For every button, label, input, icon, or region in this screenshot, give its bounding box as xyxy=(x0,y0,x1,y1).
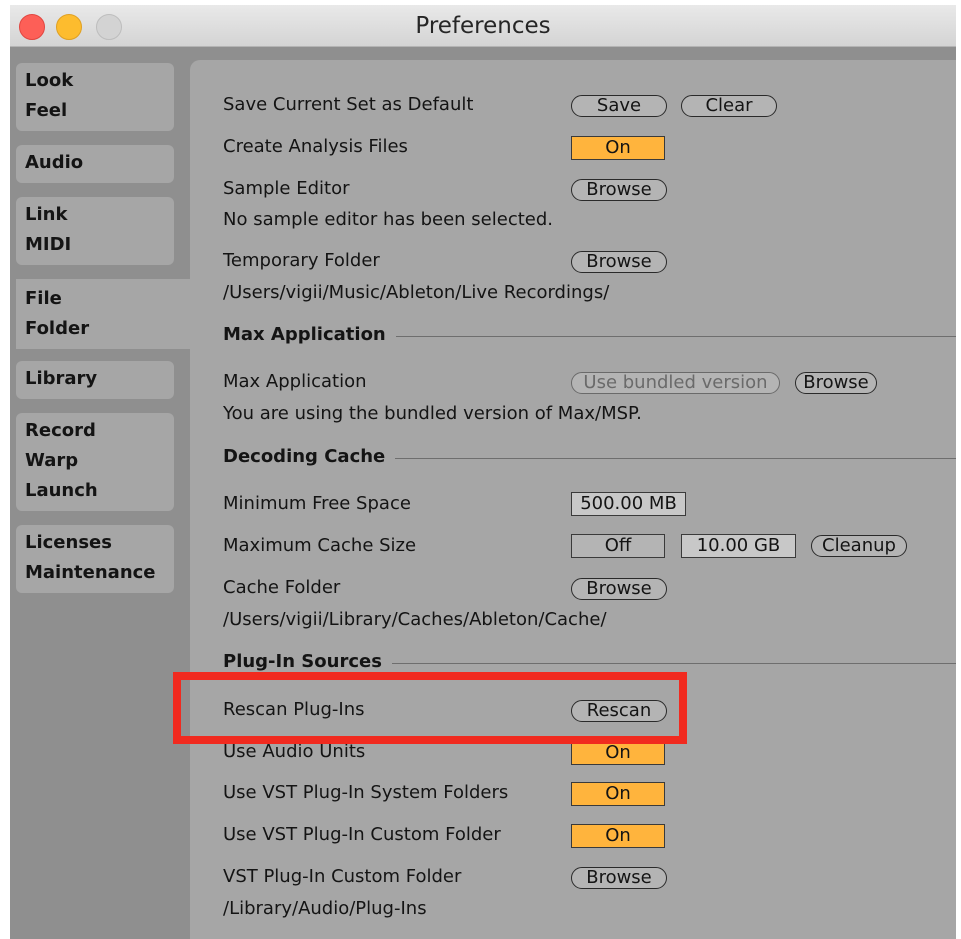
analysis-files-toggle[interactable]: On xyxy=(571,136,665,160)
tab-file-folder[interactable]: File Folder xyxy=(16,279,190,349)
section-heading: Plug-In Sources xyxy=(223,651,392,672)
tab-licenses-maintenance[interactable]: Licenses Maintenance xyxy=(16,525,174,593)
min-free-space-field[interactable]: 500.00 MB xyxy=(571,492,686,516)
max-cache-size-field[interactable]: 10.00 GB xyxy=(681,534,796,558)
vst-custom-folder-toggle[interactable]: On xyxy=(571,824,665,848)
min-free-space-label: Minimum Free Space xyxy=(223,493,411,514)
section-heading: Max Application xyxy=(223,324,396,345)
file-folder-panel: Save Current Set as Default Save Clear C… xyxy=(190,60,956,939)
vst-folder-browse-button[interactable]: Browse xyxy=(571,867,667,889)
tab-label: Record xyxy=(25,420,96,441)
tab-label: Warp xyxy=(25,450,79,471)
rescan-highlight-box xyxy=(173,672,687,744)
tab-label: Feel xyxy=(25,100,68,121)
max-status: You are using the bundled version of Max… xyxy=(223,403,642,424)
sample-editor-label: Sample Editor xyxy=(223,178,350,199)
vst-system-folders-label: Use VST Plug-In System Folders xyxy=(223,782,509,803)
tab-label: Look xyxy=(25,70,74,91)
max-application-section: Max Application xyxy=(223,324,956,348)
cache-folder-browse-button[interactable]: Browse xyxy=(571,578,667,600)
tab-look-feel[interactable]: Look Feel xyxy=(16,63,174,131)
analysis-files-label: Create Analysis Files xyxy=(223,136,408,157)
clear-button[interactable]: Clear xyxy=(681,95,777,117)
temp-folder-label: Temporary Folder xyxy=(223,250,380,271)
sample-editor-browse-button[interactable]: Browse xyxy=(571,179,667,201)
cache-folder-label: Cache Folder xyxy=(223,577,341,598)
tab-label: Audio xyxy=(25,152,84,173)
tab-label: Link xyxy=(25,204,68,225)
decoding-cache-section: Decoding Cache xyxy=(223,446,956,470)
vst-folder-label: VST Plug-In Custom Folder xyxy=(223,866,462,887)
max-cache-size-label: Maximum Cache Size xyxy=(223,535,417,556)
audio-units-label: Use Audio Units xyxy=(223,741,366,762)
save-button[interactable]: Save xyxy=(571,95,667,117)
section-heading: Decoding Cache xyxy=(223,446,396,467)
cache-folder-path: /Users/vigii/Library/Caches/Ableton/Cach… xyxy=(223,609,607,630)
preferences-window: Preferences Look Feel Audio Link MIDI Fi… xyxy=(10,5,956,939)
preferences-sidebar: Look Feel Audio Link MIDI File Folder Li… xyxy=(10,47,190,939)
tab-link-midi[interactable]: Link MIDI xyxy=(16,197,174,265)
tab-record-warp-launch[interactable]: Record Warp Launch xyxy=(16,413,174,511)
max-application-label: Max Application xyxy=(223,371,367,392)
tab-label: Folder xyxy=(25,318,90,339)
use-bundled-version-button: Use bundled version xyxy=(571,372,780,394)
window-title: Preferences xyxy=(415,13,551,39)
title-bar: Preferences xyxy=(10,5,956,47)
cleanup-button[interactable]: Cleanup xyxy=(811,535,907,557)
audio-units-toggle[interactable]: On xyxy=(571,741,665,765)
vst-folder-path: /Library/Audio/Plug-Ins xyxy=(223,898,427,919)
save-default-label: Save Current Set as Default xyxy=(223,94,474,115)
sample-editor-status: No sample editor has been selected. xyxy=(223,209,554,230)
vst-system-folders-toggle[interactable]: On xyxy=(571,782,665,806)
tab-label: Maintenance xyxy=(25,562,156,583)
max-cache-size-toggle[interactable]: Off xyxy=(571,534,665,558)
vst-custom-folder-label: Use VST Plug-In Custom Folder xyxy=(223,824,501,845)
tab-library[interactable]: Library xyxy=(16,361,174,399)
tab-label: File xyxy=(25,288,62,309)
temp-folder-path: /Users/vigii/Music/Ableton/Live Recordin… xyxy=(223,282,610,303)
max-browse-button[interactable]: Browse xyxy=(795,372,877,394)
tab-label: Launch xyxy=(25,480,98,501)
temp-folder-browse-button[interactable]: Browse xyxy=(571,251,667,273)
tab-label: Library xyxy=(25,368,98,389)
tab-label: Licenses xyxy=(25,532,112,553)
tab-audio[interactable]: Audio xyxy=(16,145,174,183)
tab-label: MIDI xyxy=(25,234,72,255)
